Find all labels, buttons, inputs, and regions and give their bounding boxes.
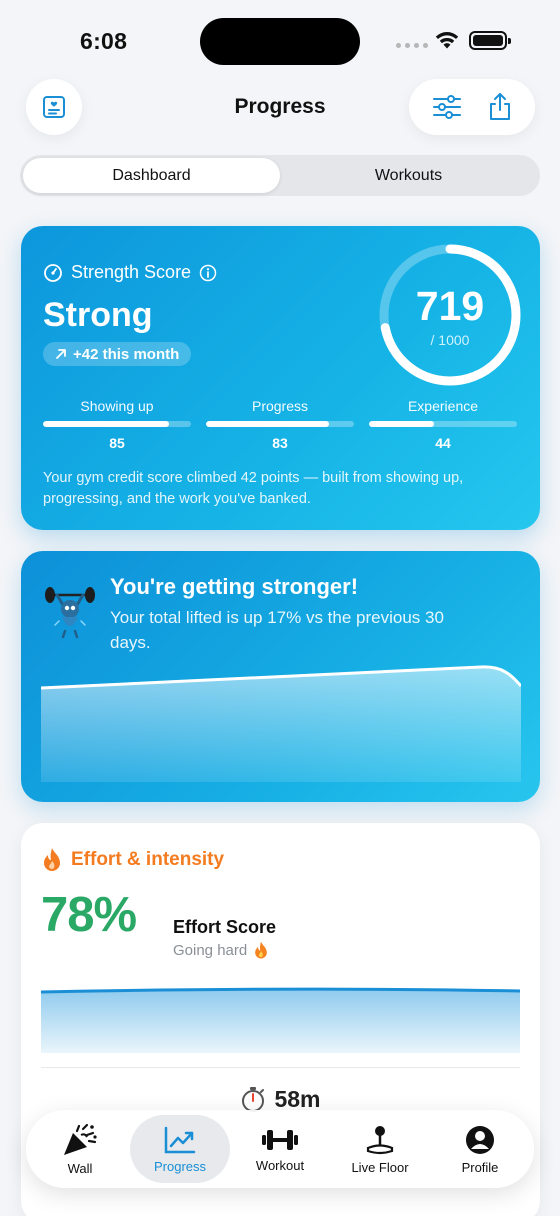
stronger-subtitle: Your total lifted is up 17% vs the previ… bbox=[110, 608, 444, 652]
trending-chart-icon bbox=[164, 1126, 196, 1153]
status-time: 6:08 bbox=[80, 28, 128, 54]
effort-percent: 78% bbox=[41, 888, 137, 942]
tab-label: Wall bbox=[67, 1160, 93, 1176]
tab-wall[interactable]: Wall bbox=[30, 1115, 130, 1183]
metric-showing-up: Showing up 85 bbox=[43, 398, 191, 451]
segmented-control: Dashboard Workouts bbox=[20, 155, 540, 196]
signal-icon bbox=[396, 43, 428, 48]
tab-label: Profile bbox=[461, 1159, 499, 1175]
tab-label: Progress bbox=[153, 1158, 207, 1174]
wifi-icon bbox=[435, 32, 459, 49]
divider bbox=[41, 1067, 520, 1068]
strength-rating: Strong bbox=[43, 296, 153, 334]
strength-score-max: / 1000 bbox=[430, 332, 470, 348]
gauge-icon bbox=[44, 263, 62, 282]
metric-value: 83 bbox=[272, 435, 288, 451]
flame-icon bbox=[44, 848, 60, 871]
bottom-tab-bar: Wall Progress Workout Live Floor Profile bbox=[26, 1110, 534, 1188]
duration-value: 58m bbox=[274, 1085, 321, 1112]
joystick-icon bbox=[366, 1125, 394, 1154]
score-delta-badge: +42 this month bbox=[43, 342, 192, 366]
workout-duration: 58m bbox=[21, 1085, 540, 1113]
effort-status: Going hard bbox=[173, 941, 269, 960]
party-popper-icon bbox=[64, 1123, 97, 1155]
metric-value: 85 bbox=[109, 435, 125, 451]
metric-label: Progress bbox=[251, 398, 309, 414]
share-icon[interactable] bbox=[487, 92, 513, 122]
fire-emoji-icon bbox=[255, 941, 268, 959]
metric-bar bbox=[43, 421, 191, 427]
effort-status-text: Going hard bbox=[173, 942, 248, 959]
metric-label: Experience bbox=[407, 398, 479, 414]
strength-score-header: Strength Score bbox=[43, 262, 217, 283]
total-lifted-trend-chart bbox=[41, 665, 521, 782]
tab-dashboard[interactable]: Dashboard bbox=[23, 158, 280, 193]
battery-icon bbox=[469, 31, 511, 50]
metric-value: 44 bbox=[435, 435, 451, 451]
strength-score-label: Strength Score bbox=[71, 262, 192, 282]
tab-workout[interactable]: Workout bbox=[230, 1115, 330, 1183]
dynamic-island bbox=[200, 18, 360, 65]
header-actions bbox=[409, 79, 535, 135]
tab-label: Workout bbox=[255, 1157, 305, 1173]
stopwatch-icon bbox=[242, 1087, 265, 1112]
stronger-insight-card[interactable]: You're getting stronger! Your total lift… bbox=[21, 551, 540, 802]
mascot-lifting-icon bbox=[45, 587, 95, 639]
tab-workouts[interactable]: Workouts bbox=[280, 158, 537, 193]
strength-score-description: Your gym credit score climbed 42 points … bbox=[43, 470, 464, 507]
effort-title: Effort & intensity bbox=[71, 849, 225, 870]
metric-label: Showing up bbox=[80, 398, 154, 414]
tab-label: Live Floor bbox=[351, 1159, 409, 1175]
person-icon bbox=[466, 1125, 494, 1154]
filter-sliders-icon[interactable] bbox=[432, 94, 462, 120]
metric-experience: Experience 44 bbox=[369, 398, 517, 451]
effort-header: Effort & intensity bbox=[41, 847, 224, 873]
metric-bar bbox=[206, 421, 354, 427]
strength-score-value: 719 bbox=[415, 283, 485, 329]
metric-progress: Progress 83 bbox=[206, 398, 354, 451]
tab-progress[interactable]: Progress bbox=[130, 1115, 230, 1183]
dumbbell-icon bbox=[262, 1129, 298, 1150]
info-icon[interactable] bbox=[199, 264, 217, 282]
tab-profile[interactable]: Profile bbox=[430, 1115, 530, 1183]
stronger-title: You're getting stronger! bbox=[110, 574, 359, 599]
effort-trend-chart bbox=[41, 987, 520, 1053]
metric-bar bbox=[369, 421, 517, 427]
strength-score-card[interactable]: Strength Score Strong +42 this month 719… bbox=[21, 226, 540, 530]
effort-score-label: Effort Score bbox=[173, 917, 277, 937]
status-bar: 6:08 bbox=[0, 0, 560, 80]
tab-live-floor[interactable]: Live Floor bbox=[330, 1115, 430, 1183]
arrow-up-right-icon bbox=[56, 349, 66, 359]
score-delta-text: +42 this month bbox=[73, 345, 180, 363]
